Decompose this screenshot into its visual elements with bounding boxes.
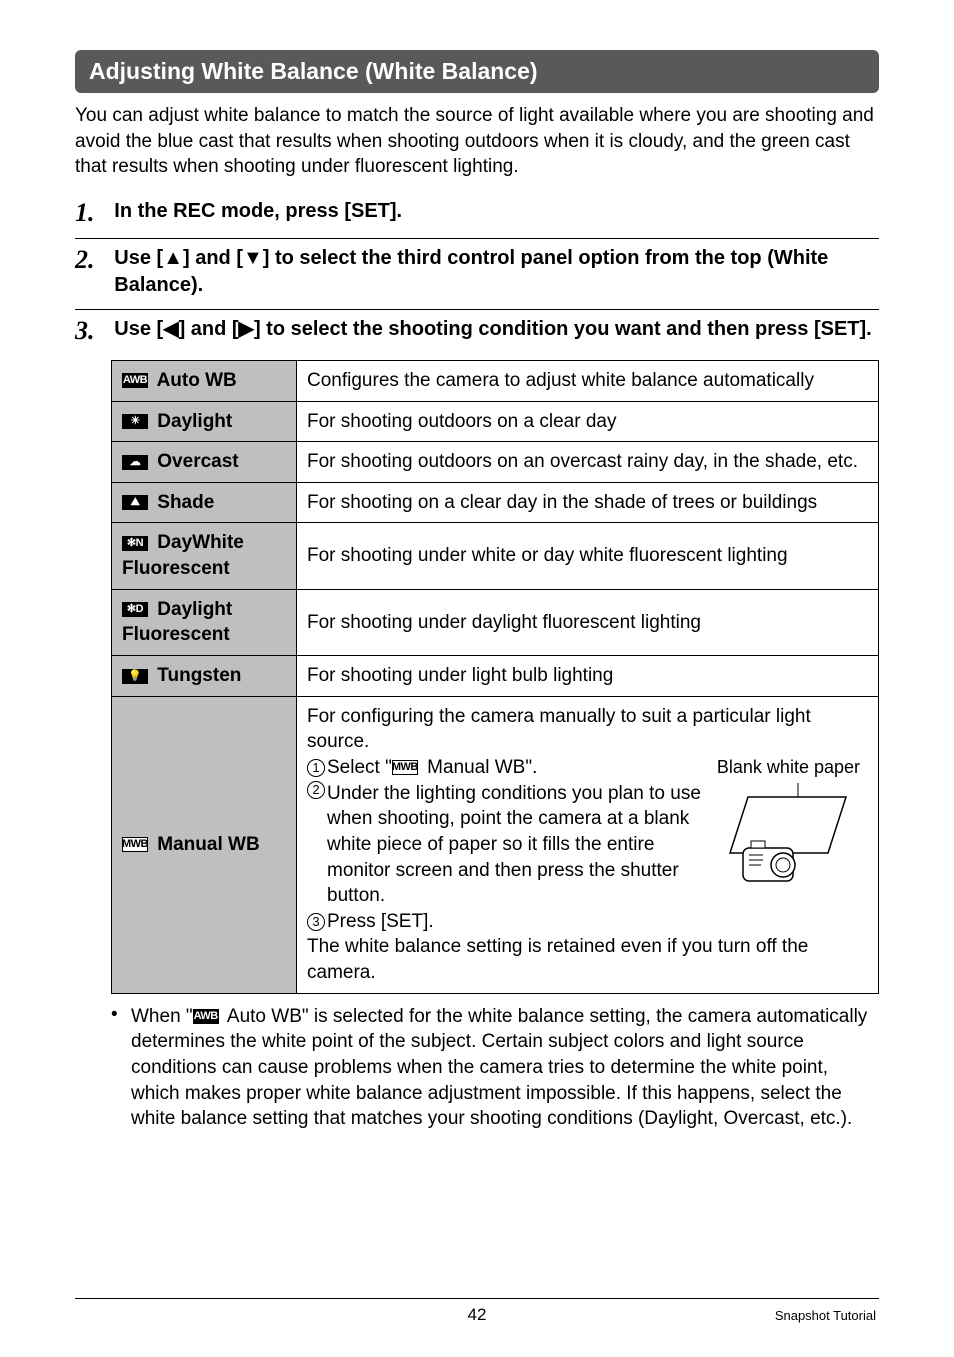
step-number: 2.	[75, 245, 109, 275]
table-row: ⛰ Shade For shooting on a clear day in t…	[112, 482, 879, 523]
wb-desc: For shooting outdoors on an overcast rai…	[297, 442, 879, 483]
table-row: ☁ Overcast For shooting outdoors on an o…	[112, 442, 879, 483]
blank-paper-label: Blank white paper	[717, 755, 860, 779]
wb-desc: For shooting under light bulb lighting	[297, 656, 879, 697]
wb-desc: For shooting outdoors on a clear day	[297, 401, 879, 442]
daywhite-fluorescent-icon: ✻N	[122, 536, 148, 551]
manual-wb-icon: MWB	[392, 760, 418, 775]
overcast-icon: ☁	[122, 455, 148, 470]
daylight-fluorescent-icon: ✻D	[122, 602, 148, 617]
manual-step-3: 3Press [SET].	[307, 909, 868, 935]
wb-label: Auto WB	[157, 370, 237, 391]
daylight-icon: ☀	[122, 414, 148, 429]
wb-desc: For shooting under daylight fluorescent …	[297, 589, 879, 655]
awb-icon: AWB	[122, 373, 148, 388]
awb-icon: AWB	[193, 1009, 219, 1024]
note-bullet: • When "AWB Auto WB" is selected for the…	[111, 1004, 879, 1132]
tungsten-icon: 💡	[122, 669, 148, 684]
wb-desc: Configures the camera to adjust white ba…	[297, 360, 879, 401]
circled-3-icon: 3	[307, 913, 325, 931]
step-1: 1. In the REC mode, press [SET].	[75, 198, 879, 228]
note-text: When "AWB Auto WB" is selected for the w…	[131, 1004, 879, 1132]
camera-paper-illustration	[728, 783, 848, 893]
table-row: ✻N DayWhite Fluorescent For shooting und…	[112, 523, 879, 589]
step-text: Use [◀] and [▶] to select the shooting c…	[114, 316, 878, 343]
wb-label-cell: ⛰ Shade	[112, 482, 297, 523]
table-row: ✻D Daylight Fluorescent For shooting und…	[112, 589, 879, 655]
wb-label-cell: 💡 Tungsten	[112, 656, 297, 697]
wb-label: Overcast	[157, 451, 238, 472]
step-3: 3. Use [◀] and [▶] to select the shootin…	[75, 316, 879, 346]
wb-label: Tungsten	[157, 665, 241, 686]
manual-wb-icon: MWB	[122, 837, 148, 852]
section-title-bar: Adjusting White Balance (White Balance)	[75, 50, 879, 93]
step-number: 1.	[75, 198, 109, 228]
wb-manual-desc: For configuring the camera manually to s…	[297, 696, 879, 993]
circled-2-icon: 2	[307, 781, 325, 799]
wb-label-cell: ✻D Daylight Fluorescent	[112, 589, 297, 655]
intro-paragraph: You can adjust white balance to match th…	[75, 103, 879, 180]
footer-section: Snapshot Tutorial	[775, 1308, 876, 1323]
step-separator	[75, 309, 879, 310]
wb-label: Daylight	[157, 411, 232, 432]
table-row: AWB Auto WB Configures the camera to adj…	[112, 360, 879, 401]
section-title: Adjusting White Balance (White Balance)	[89, 58, 538, 84]
wb-label: Shade	[157, 492, 214, 513]
wb-label-cell: ☁ Overcast	[112, 442, 297, 483]
step-2: 2. Use [▲] and [▼] to select the third c…	[75, 245, 879, 299]
bullet-dot: •	[111, 1004, 131, 1132]
circled-1-icon: 1	[307, 759, 325, 777]
wb-label-cell: MWB Manual WB	[112, 696, 297, 993]
wb-label-cell: ✻N DayWhite Fluorescent	[112, 523, 297, 589]
step-text: In the REC mode, press [SET].	[114, 198, 878, 225]
white-balance-table: AWB Auto WB Configures the camera to adj…	[111, 360, 879, 994]
manual-line1: For configuring the camera manually to s…	[307, 704, 868, 755]
table-row: 💡 Tungsten For shooting under light bulb…	[112, 656, 879, 697]
table-row: MWB Manual WB For configuring the camera…	[112, 696, 879, 993]
step-text: Use [▲] and [▼] to select the third cont…	[114, 245, 878, 299]
wb-desc: For shooting under white or day white fl…	[297, 523, 879, 589]
page-number: 42	[75, 1305, 879, 1325]
step-number: 3.	[75, 316, 109, 346]
wb-label-cell: ☀ Daylight	[112, 401, 297, 442]
page-footer: 42 Snapshot Tutorial	[0, 1298, 954, 1325]
table-row: ☀ Daylight For shooting outdoors on a cl…	[112, 401, 879, 442]
manual-line2: The white balance setting is retained ev…	[307, 934, 868, 985]
wb-label-cell: AWB Auto WB	[112, 360, 297, 401]
step-separator	[75, 238, 879, 239]
wb-desc: For shooting on a clear day in the shade…	[297, 482, 879, 523]
footer-rule	[75, 1298, 879, 1299]
shade-icon: ⛰	[122, 495, 148, 510]
wb-label: Manual WB	[157, 834, 259, 855]
